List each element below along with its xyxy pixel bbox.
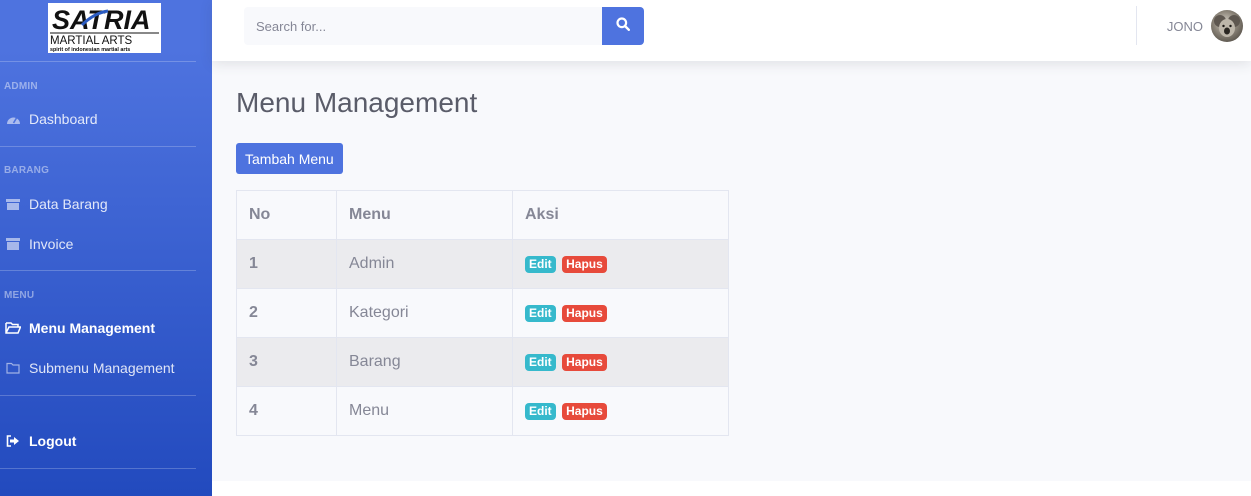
sidebar-heading-barang: BARANG xyxy=(4,165,50,176)
main-content: Menu Management Tambah Menu No Menu Aksi… xyxy=(212,61,1251,481)
sidebar-item-label: Menu Management xyxy=(29,320,156,336)
sidebar-divider xyxy=(0,468,196,469)
sidebar-divider xyxy=(0,395,196,396)
table-row: 1 Admin Edit Hapus xyxy=(236,239,729,289)
page-title: Menu Management xyxy=(236,87,478,118)
row-actions: Edit Hapus xyxy=(512,288,729,338)
row-actions: Edit Hapus xyxy=(512,239,729,289)
sign-out-icon xyxy=(5,434,21,448)
search-button[interactable] xyxy=(602,7,644,45)
sidebar-item-data-barang[interactable]: Data Barang xyxy=(0,184,212,224)
edit-button[interactable]: Edit xyxy=(525,305,556,322)
delete-button[interactable]: Hapus xyxy=(562,403,607,420)
folder-open-icon xyxy=(5,321,21,335)
row-menu-name: Admin xyxy=(336,239,513,289)
search-input[interactable] xyxy=(244,7,602,45)
sidebar-item-label: Submenu Management xyxy=(29,360,175,376)
delete-button[interactable]: Hapus xyxy=(562,256,607,273)
svg-text:MARTIAL ARTS: MARTIAL ARTS xyxy=(50,35,133,47)
table-row: 2 Kategori Edit Hapus xyxy=(236,288,729,338)
user-dropdown[interactable]: JONO xyxy=(1167,10,1243,42)
row-number: 3 xyxy=(236,337,337,387)
topbar: JONO xyxy=(212,0,1251,61)
search-icon xyxy=(616,16,631,36)
sidebar-item-label: Dashboard xyxy=(29,111,98,127)
sidebar-item-dashboard[interactable]: Dashboard xyxy=(0,99,212,139)
avatar[interactable] xyxy=(1211,10,1243,42)
column-header-menu[interactable]: Menu xyxy=(336,190,513,240)
topbar-divider xyxy=(1136,6,1137,45)
row-number: 2 xyxy=(236,288,337,338)
search-form xyxy=(244,7,644,45)
row-number: 1 xyxy=(236,239,337,289)
user-name: JONO xyxy=(1166,18,1203,34)
sidebar-item-label: Data Barang xyxy=(29,196,108,212)
brand-logo[interactable]: SATRIA MARTIAL ARTS spirit of indonesian… xyxy=(47,3,161,53)
column-header-no[interactable]: No xyxy=(236,190,337,240)
archive-icon xyxy=(5,237,21,251)
row-number: 4 xyxy=(236,386,337,436)
sidebar-heading-admin: ADMIN xyxy=(4,81,38,92)
column-header-aksi[interactable]: Aksi xyxy=(512,190,729,240)
sidebar-item-invoice[interactable]: Invoice xyxy=(0,224,212,264)
delete-button[interactable]: Hapus xyxy=(562,354,607,371)
table-header-row: No Menu Aksi xyxy=(236,190,729,240)
folder-icon xyxy=(5,361,21,375)
logout-link[interactable]: Logout xyxy=(0,421,212,461)
logout-label: Logout xyxy=(29,433,77,449)
delete-button[interactable]: Hapus xyxy=(562,305,607,322)
table-row: 4 Menu Edit Hapus xyxy=(236,386,729,436)
svg-text:spirit of indonesian martial a: spirit of indonesian martial arts xyxy=(50,47,130,53)
sidebar-item-menu-management[interactable]: Menu Management xyxy=(0,308,212,348)
row-actions: Edit Hapus xyxy=(512,386,729,436)
edit-button[interactable]: Edit xyxy=(525,354,556,371)
svg-text:SATRIA: SATRIA xyxy=(52,5,151,35)
sidebar-item-submenu-management[interactable]: Submenu Management xyxy=(0,348,212,388)
box-icon xyxy=(5,197,21,211)
edit-button[interactable]: Edit xyxy=(525,256,556,273)
row-actions: Edit Hapus xyxy=(512,337,729,387)
menu-table: No Menu Aksi 1 Admin Edit Hapus 2 Katego… xyxy=(236,190,729,436)
tachometer-icon xyxy=(5,112,21,126)
add-menu-button[interactable]: Tambah Menu xyxy=(236,143,343,174)
sidebar-item-label: Invoice xyxy=(29,236,74,252)
brand[interactable]: SATRIA MARTIAL ARTS spirit of indonesian… xyxy=(0,0,212,56)
edit-button[interactable]: Edit xyxy=(525,403,556,420)
sidebar: SATRIA MARTIAL ARTS spirit of indonesian… xyxy=(0,0,212,496)
table-row: 3 Barang Edit Hapus xyxy=(236,337,729,387)
row-menu-name: Barang xyxy=(336,337,513,387)
row-menu-name: Kategori xyxy=(336,288,513,338)
footer xyxy=(212,481,1251,496)
row-menu-name: Menu xyxy=(336,386,513,436)
sidebar-heading-menu: MENU xyxy=(4,290,35,301)
